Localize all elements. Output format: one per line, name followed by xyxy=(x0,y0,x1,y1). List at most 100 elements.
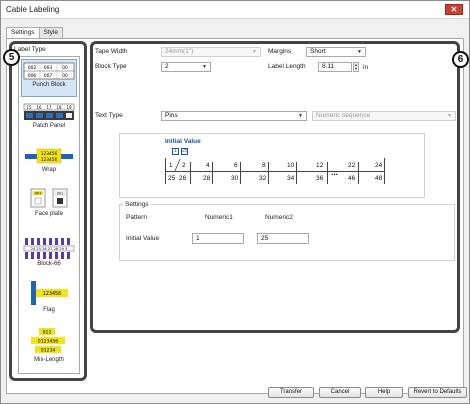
initial-value-2-input[interactable]: 25 xyxy=(257,233,309,244)
pb-bottom-2: 00 xyxy=(62,73,68,79)
preview-slash xyxy=(174,158,181,172)
chevron-down-icon: ▼ xyxy=(252,49,257,55)
settings-legend: Settings xyxy=(123,201,151,208)
label-length-input[interactable]: 8.11 xyxy=(318,62,352,72)
pb-bottom-1: 007 xyxy=(44,73,53,79)
pin-bottom-5: 34 xyxy=(287,175,295,182)
wrap-label: Wrap xyxy=(41,167,57,173)
preview-midline xyxy=(165,171,384,172)
text-type-value: Pins xyxy=(165,112,178,119)
label-preview: Initial Value 1 25 1 2 4 6 8 10 12 22 24… xyxy=(119,133,425,198)
mix-text-2: 01234 xyxy=(41,348,56,354)
initial-value-1-input[interactable]: 1 xyxy=(192,233,244,244)
pin-top-8: 24 xyxy=(375,162,383,169)
flag-icon: 123456 xyxy=(23,281,75,305)
text-type-select[interactable]: Pins ▼ xyxy=(161,111,307,121)
block-66-label: Block-66 xyxy=(37,261,61,267)
title-bar: Cable Labeling ✕ xyxy=(1,1,469,19)
block-66-icon: 24 25 26 27 28 29 3 xyxy=(23,237,75,259)
pin-top-2: 4 xyxy=(206,162,210,169)
numeric1-label: Numeric1 xyxy=(205,214,233,221)
transfer-button[interactable]: Transfer xyxy=(268,387,314,398)
mix-text-1: 0123456 xyxy=(38,339,59,345)
pin-top-3: 6 xyxy=(234,162,238,169)
pin-bottom-2: 28 xyxy=(203,175,211,182)
punch-block-label: Punch Block xyxy=(32,82,66,88)
face-plate-icon: 001 001 xyxy=(23,187,75,209)
block-type-value: 2 xyxy=(165,63,169,70)
block-type-label: Block Type xyxy=(95,63,127,70)
pb-bottom-0: 006 xyxy=(28,73,37,79)
cancel-button[interactable]: Cancel xyxy=(319,387,361,398)
margins-value: Short xyxy=(310,48,326,55)
label-length-label: Label Length xyxy=(268,63,306,70)
close-button[interactable]: ✕ xyxy=(445,4,463,15)
label-type-flag[interactable]: 123456 Flag xyxy=(21,279,77,319)
numeric2-label: Numeric2 xyxy=(265,214,293,221)
tab-strip: Settings Style xyxy=(6,27,63,39)
margins-label: Margins xyxy=(268,48,292,55)
punch-block-icon: 002 003 00 006 007 00 xyxy=(23,62,75,80)
pb-top-1: 003 xyxy=(44,65,53,71)
preview-divider xyxy=(296,162,297,184)
pattern-label: Pattern xyxy=(126,214,147,221)
preview-divider xyxy=(358,162,359,184)
chevron-down-icon: ▼ xyxy=(357,49,362,55)
preview-box-25: 25 xyxy=(181,148,189,155)
pin-bottom-8: 48 xyxy=(375,175,383,182)
block-type-select[interactable]: 2 ▼ xyxy=(161,62,211,72)
label-type-panel: Label Type 002 003 00 006 007 00 Punch B… xyxy=(9,41,87,381)
tape-width-select[interactable]: 24mm(1") ▼ xyxy=(161,47,261,57)
cable-labeling-window: Cable Labeling ✕ Settings Style Label Ty… xyxy=(0,0,470,404)
flag-label: Flag xyxy=(43,307,55,313)
label-length-unit: in xyxy=(363,64,369,71)
label-type-face-plate[interactable]: 001 001 Face plate xyxy=(21,185,77,229)
tab-style[interactable]: Style xyxy=(38,27,63,38)
margins-select[interactable]: Short ▼ xyxy=(306,47,366,57)
label-type-mix-length[interactable]: 012 0123456 01234 Mix-Length xyxy=(21,325,77,369)
mix-length-label: Mix-Length xyxy=(34,357,64,363)
pp-num-2: 17 xyxy=(46,105,52,110)
pb-top-0: 002 xyxy=(28,65,37,71)
pin-bottom-7: 46 xyxy=(348,175,356,182)
preview-divider xyxy=(212,162,213,184)
chevron-down-icon: ▼ xyxy=(447,113,452,119)
label-type-block-66[interactable]: 24 25 26 27 28 29 3 Block-66 xyxy=(21,235,77,273)
fp-text-0: 001 xyxy=(35,191,42,195)
pin-bottom-4: 32 xyxy=(259,175,267,182)
initial-value-label: Initial Value xyxy=(126,235,160,242)
label-type-header: Label Type xyxy=(14,46,46,53)
label-type-patch-panel[interactable]: 15 16 17 18 19 Patch Panel xyxy=(21,101,77,139)
chevron-down-icon: ▼ xyxy=(202,64,207,70)
label-type-wrap[interactable]: 123456 123456 Wrap xyxy=(21,145,77,181)
preview-divider xyxy=(165,158,166,184)
numeric-sequence-value: Numeric sequence xyxy=(316,112,371,119)
patch-panel-icon: 15 16 17 18 19 xyxy=(23,103,75,121)
wrap-text-1: 123456 xyxy=(41,157,58,163)
pin-top-4: 8 xyxy=(262,162,266,169)
pin-top-1: 2 xyxy=(182,162,186,169)
revert-to-defaults-button[interactable]: Revert to Defaults xyxy=(408,387,467,398)
patch-panel-label: Patch Panel xyxy=(32,123,66,129)
preview-divider xyxy=(190,162,191,184)
label-length-spinner[interactable]: ▲ ▼ xyxy=(353,62,359,72)
preview-box-1: 1 xyxy=(172,148,179,155)
pin-bottom-1: 26 xyxy=(179,175,187,182)
pin-top-5: 10 xyxy=(287,162,295,169)
fp-text-1: 001 xyxy=(57,191,64,195)
pin-bottom-0: 25 xyxy=(168,175,176,182)
spin-down-icon[interactable]: ▼ xyxy=(354,67,358,71)
mix-text-0: 012 xyxy=(43,330,52,336)
pp-num-0: 15 xyxy=(26,105,32,110)
preview-divider xyxy=(268,162,269,184)
pp-num-1: 16 xyxy=(36,105,42,110)
settings-panel: Tape Width 24mm(1") ▼ Margins Short ▼ Bl… xyxy=(90,41,460,333)
mix-length-icon: 012 0123456 01234 xyxy=(23,327,75,355)
preview-divider xyxy=(240,162,241,184)
numeric-sequence-select[interactable]: Numeric sequence ▼ xyxy=(312,111,456,121)
pin-bottom-3: 30 xyxy=(231,175,239,182)
b66-text: 24 25 26 27 28 29 3 xyxy=(31,247,68,251)
pin-bottom-6: 36 xyxy=(316,175,324,182)
help-button[interactable]: Help xyxy=(365,387,403,398)
label-type-punch-block[interactable]: 002 003 00 006 007 00 Punch Block xyxy=(21,59,77,97)
